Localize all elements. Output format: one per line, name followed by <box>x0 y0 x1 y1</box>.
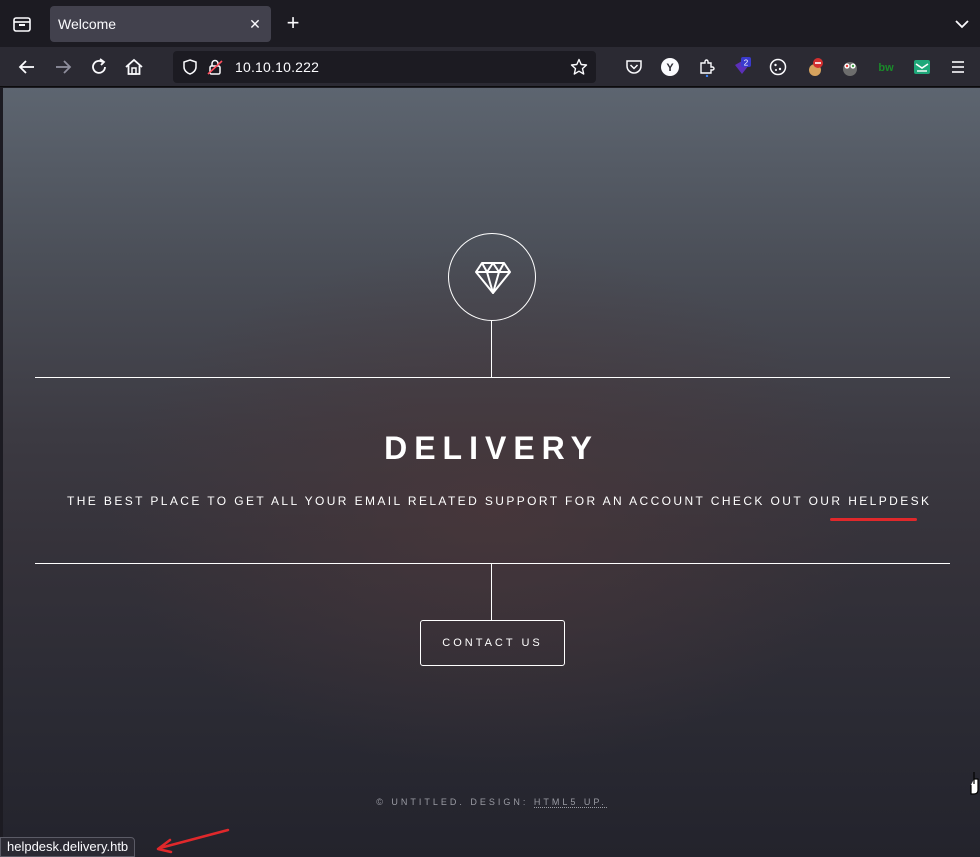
footer: © UNTITLED. DESIGN: HTML5 UP. <box>3 797 980 808</box>
pocket-icon[interactable] <box>624 57 644 77</box>
bw-extension-icon[interactable]: bw <box>876 57 896 77</box>
helpdesk-link[interactable]: HELPDESK <box>848 494 931 508</box>
url-text[interactable]: 10.10.10.222 <box>235 59 319 75</box>
back-arrow-icon[interactable] <box>16 56 38 78</box>
url-bar[interactable]: 10.10.10.222 <box>173 51 596 83</box>
svg-text:bw: bw <box>878 62 894 74</box>
forward-arrow-icon[interactable] <box>52 56 74 78</box>
mail-extension-icon[interactable] <box>912 57 932 77</box>
tab-title: Welcome <box>58 16 117 32</box>
annotation-underline <box>830 518 917 521</box>
new-tab-button[interactable]: + <box>282 12 304 35</box>
insecure-lock-icon[interactable] <box>206 58 224 76</box>
annotation-arrow-icon <box>156 828 230 854</box>
contact-us-button[interactable]: CONTACT US <box>420 620 565 666</box>
site-title: DELIVERY <box>384 430 599 466</box>
divider-line <box>35 377 950 378</box>
blocker-extension-icon[interactable] <box>805 57 825 77</box>
svg-text:Y: Y <box>666 62 674 74</box>
hamburger-menu-icon[interactable] <box>948 57 968 77</box>
diamond-icon <box>475 262 511 294</box>
tracking-shield-icon[interactable] <box>181 58 199 76</box>
yandex-icon[interactable]: Y <box>660 57 680 77</box>
cookie-icon[interactable] <box>768 57 788 77</box>
tab-bar: Welcome ✕ + <box>0 0 980 47</box>
footer-copyright: © UNTITLED. DESIGN: <box>376 797 529 807</box>
logo-circle <box>448 233 536 321</box>
hand-cursor-icon <box>970 772 979 795</box>
star-icon[interactable] <box>570 58 588 76</box>
reload-icon[interactable] <box>88 56 110 78</box>
divider-line <box>491 321 492 377</box>
glasses-extension-icon[interactable] <box>840 57 860 77</box>
footer-design-link[interactable]: HTML5 UP. <box>533 797 607 808</box>
close-tab-icon[interactable]: ✕ <box>247 16 263 32</box>
tab-welcome[interactable]: Welcome ✕ <box>50 6 271 42</box>
tab-list-icon[interactable] <box>11 13 33 35</box>
divider-line <box>491 564 492 620</box>
page-content: DELIVERY THE BEST PLACE TO GET ALL YOUR … <box>3 88 980 857</box>
extension-badge-count: 2 <box>744 59 749 68</box>
status-link-preview: helpdesk.delivery.htb <box>0 837 136 857</box>
home-icon[interactable] <box>123 56 145 78</box>
badge-extension-icon[interactable]: 2 <box>732 57 752 77</box>
divider-line <box>35 563 950 564</box>
chevron-down-icon[interactable] <box>952 14 972 34</box>
tagline: THE BEST PLACE TO GET ALL YOUR EMAIL REL… <box>67 494 931 508</box>
tagline-text: THE BEST PLACE TO GET ALL YOUR EMAIL REL… <box>67 494 843 508</box>
puzzle-extensions-icon[interactable] <box>697 57 717 78</box>
nav-bar: 10.10.10.222 Y 2 bw <box>0 47 980 87</box>
